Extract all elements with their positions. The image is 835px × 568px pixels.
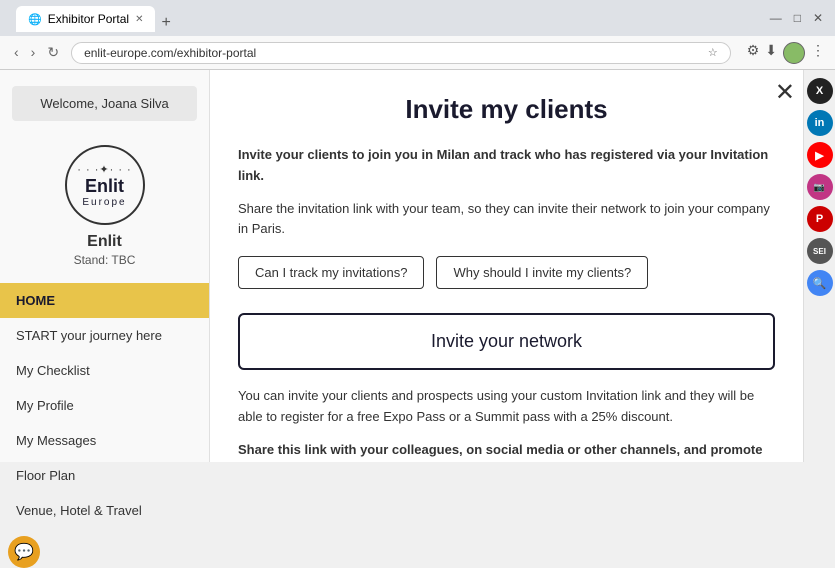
nav-item-venue[interactable]: Venue, Hotel & Travel bbox=[0, 493, 209, 528]
bookmark-icon[interactable]: ☆ bbox=[708, 46, 718, 59]
profile-avatar[interactable] bbox=[783, 42, 805, 64]
active-tab[interactable]: 🌐 Exhibitor Portal ✕ bbox=[16, 6, 155, 32]
company-logo: · · ·✦· · · Enlit Europe bbox=[65, 145, 145, 225]
new-tab-button[interactable]: + bbox=[155, 14, 176, 32]
nav-item-messages[interactable]: My Messages bbox=[0, 423, 209, 458]
window-controls: — □ ✕ bbox=[766, 9, 827, 27]
close-modal-button[interactable]: ✕ bbox=[775, 78, 795, 107]
forward-button[interactable]: › bbox=[27, 42, 40, 63]
nav-item-profile[interactable]: My Profile bbox=[0, 388, 209, 423]
company-name: Enlit bbox=[87, 233, 122, 251]
info-text-2: Share this link with your colleagues, on… bbox=[238, 440, 775, 462]
social-pinterest-icon[interactable]: P bbox=[807, 206, 833, 232]
welcome-box: Welcome, Joana Silva bbox=[12, 86, 197, 121]
menu-icon[interactable]: ⋮ bbox=[811, 42, 825, 64]
social-youtube-icon[interactable]: ▶ bbox=[807, 142, 833, 168]
social-linkedin-icon[interactable]: in bbox=[807, 110, 833, 136]
tab-close-icon[interactable]: ✕ bbox=[135, 14, 143, 25]
close-window-icon[interactable]: ✕ bbox=[809, 9, 827, 27]
social-search-icon[interactable]: 🔍 bbox=[807, 270, 833, 296]
button-row: Can I track my invitations? Why should I… bbox=[238, 256, 775, 289]
nav-item-start[interactable]: START your journey here bbox=[0, 318, 209, 353]
minimize-icon[interactable]: — bbox=[766, 9, 786, 27]
nav-item-floor-plan[interactable]: Floor Plan bbox=[0, 458, 209, 493]
url-text: enlit-europe.com/exhibitor-portal bbox=[84, 46, 700, 60]
nav-menu: HOME START your journey here My Checklis… bbox=[0, 283, 209, 528]
nav-item-checklist[interactable]: My Checklist bbox=[0, 353, 209, 388]
invite-network-button[interactable]: Invite your network bbox=[238, 313, 775, 370]
modal: Welcome, Joana Silva · · ·✦· · · Enlit E… bbox=[0, 70, 803, 462]
sidebar-panel: Welcome, Joana Silva · · ·✦· · · Enlit E… bbox=[0, 70, 210, 462]
tab-favicon: 🌐 bbox=[28, 13, 42, 26]
extensions-icon[interactable]: ⚙ bbox=[747, 42, 760, 64]
address-bar: ‹ › ↻ enlit-europe.com/exhibitor-portal … bbox=[0, 36, 835, 70]
browser-controls: 🌐 Exhibitor Portal ✕ + bbox=[8, 4, 177, 32]
why-invite-button[interactable]: Why should I invite my clients? bbox=[436, 256, 648, 289]
modal-title: Invite my clients bbox=[238, 94, 775, 125]
maximize-icon[interactable]: □ bbox=[790, 9, 805, 27]
tab-title: Exhibitor Portal bbox=[48, 12, 129, 26]
modal-overlay: Welcome, Joana Silva · · ·✦· · · Enlit E… bbox=[0, 70, 803, 462]
social-sidebar: X in ▶ 📷 P SEI 🔍 bbox=[803, 70, 835, 462]
nav-item-home[interactable]: HOME bbox=[0, 283, 209, 318]
logo-name: Enlit bbox=[77, 176, 131, 197]
content-panel: ✕ Invite my clients Invite your clients … bbox=[210, 70, 803, 462]
invite-desc-2: Share the invitation link with your team… bbox=[238, 199, 775, 241]
chat-button[interactable]: 💬 bbox=[8, 536, 40, 568]
logo-decorative: · · ·✦· · · bbox=[77, 163, 131, 176]
url-input[interactable]: enlit-europe.com/exhibitor-portal ☆ bbox=[71, 42, 731, 64]
download-icon[interactable]: ⬇ bbox=[765, 42, 777, 64]
invite-desc-1: Invite your clients to join you in Milan… bbox=[238, 145, 775, 187]
logo-subtitle: Europe bbox=[77, 197, 131, 208]
track-invitations-button[interactable]: Can I track my invitations? bbox=[238, 256, 424, 289]
info-text-1: You can invite your clients and prospect… bbox=[238, 386, 775, 428]
social-sei-icon[interactable]: SEI bbox=[807, 238, 833, 264]
social-x-icon[interactable]: X bbox=[807, 78, 833, 104]
reload-button[interactable]: ↻ bbox=[43, 42, 63, 63]
back-button[interactable]: ‹ bbox=[10, 42, 23, 63]
social-instagram-icon[interactable]: 📷 bbox=[807, 174, 833, 200]
browser-chrome: 🌐 Exhibitor Portal ✕ + — □ ✕ bbox=[0, 0, 835, 36]
stand-info: Stand: TBC bbox=[74, 253, 136, 267]
